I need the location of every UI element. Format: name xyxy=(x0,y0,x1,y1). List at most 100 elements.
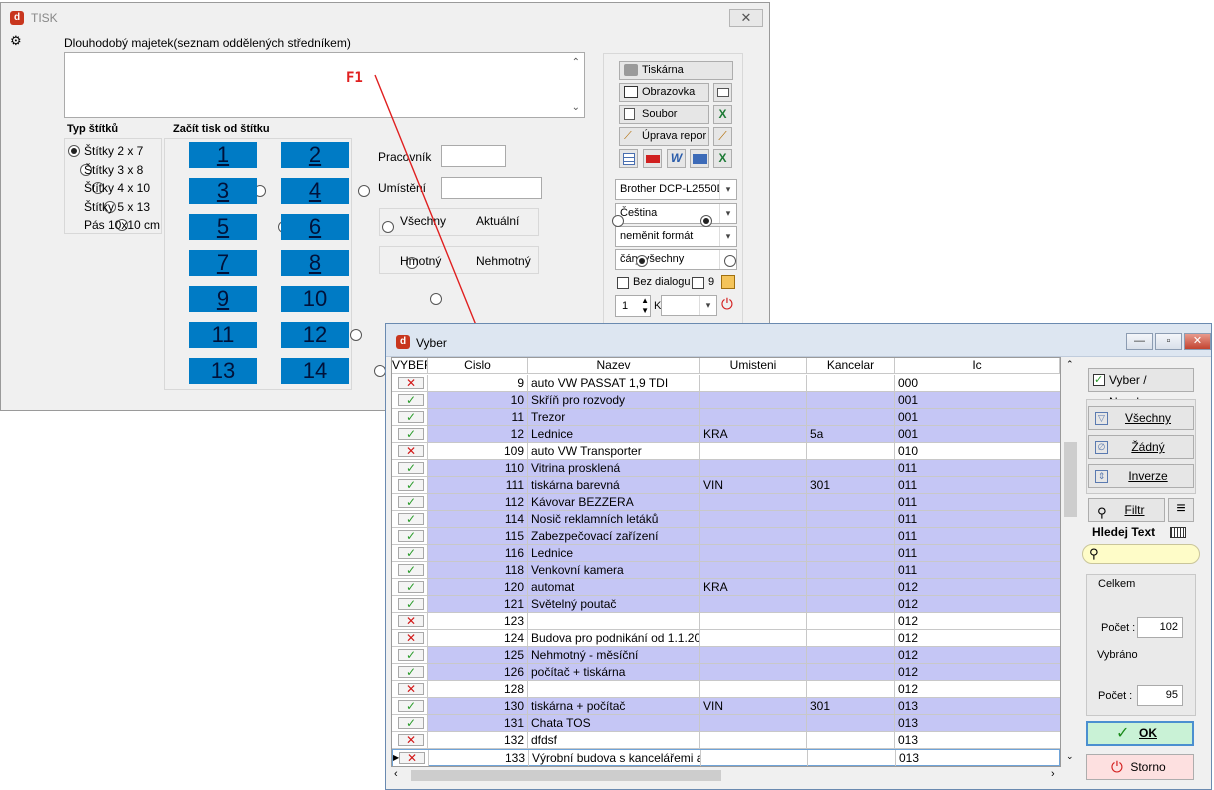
spin-up-icon[interactable]: ▲ xyxy=(641,296,649,306)
table-row[interactable]: ✕ 124 Budova pro podnikání od 1.1.20 012 xyxy=(392,630,1060,647)
edit-report-button[interactable]: ⟋ Úprava repor xyxy=(619,127,709,146)
copies-spinner[interactable]: 1 ▲ ▼ xyxy=(615,295,651,317)
unchecked-icon[interactable]: ✕ xyxy=(398,734,424,746)
column-header[interactable]: Umisteni xyxy=(700,358,807,374)
select-cell[interactable]: ✓ xyxy=(392,698,428,714)
keyboard-icon[interactable] xyxy=(1170,527,1186,538)
nine-checkbox[interactable] xyxy=(692,277,704,289)
select-cell[interactable]: ✕ xyxy=(392,375,428,391)
scroll-thumb[interactable] xyxy=(411,770,721,781)
checked-icon[interactable]: ✓ xyxy=(398,496,424,508)
select-cell[interactable]: ✕ xyxy=(392,681,428,697)
checked-icon[interactable]: ✓ xyxy=(398,428,424,440)
asset-type-radio[interactable] xyxy=(724,255,736,267)
records-grid[interactable]: VYBERCisloNazevUmisteniKancelarIc ✕9auto… xyxy=(391,357,1061,767)
table-row[interactable]: ✓ 112 Kávovar BEZZERA 011 xyxy=(392,494,1060,511)
start-label-box[interactable]: 2 xyxy=(281,142,349,168)
scope-radio[interactable] xyxy=(612,215,624,227)
power-icon[interactable]: ⏻ xyxy=(721,297,733,313)
table-row[interactable]: ✓ 114 Nosič reklamních letáků 011 xyxy=(392,511,1060,528)
chevron-down-icon[interactable]: ▾ xyxy=(719,227,736,246)
file-button[interactable]: Soubor xyxy=(619,105,709,124)
select-cell[interactable]: ✓ xyxy=(392,562,428,578)
start-label-box[interactable]: 14 xyxy=(281,358,349,384)
ok-button[interactable]: ✓ OK xyxy=(1086,721,1194,746)
printer-button[interactable]: Tiskárna xyxy=(619,61,733,80)
start-label-box[interactable]: 10 xyxy=(281,286,349,312)
ruler-icon[interactable]: ⟋ xyxy=(713,127,732,146)
select-cell[interactable]: ✕ xyxy=(392,732,428,748)
select-cell[interactable]: ✓ xyxy=(392,494,428,510)
table-row[interactable]: ✓ 125 Nehmotný - měsíční 012 xyxy=(392,647,1060,664)
select-cell[interactable]: ✓ xyxy=(392,647,428,663)
gear-icon[interactable]: ⚙ xyxy=(10,33,22,49)
pdf-icon[interactable] xyxy=(643,149,662,168)
label-type-radio[interactable] xyxy=(68,145,80,157)
start-label-radio[interactable] xyxy=(350,329,362,341)
select-cell[interactable]: ✕ xyxy=(392,613,428,629)
printer-combo[interactable]: Brother DCP-L2550D ▾ xyxy=(615,179,737,200)
checked-icon[interactable]: ✓ xyxy=(398,530,424,542)
checked-icon[interactable]: ✓ xyxy=(398,513,424,525)
start-label-box[interactable]: 9 xyxy=(189,286,257,312)
maximize-icon[interactable]: ▫ xyxy=(1155,333,1182,350)
unchecked-icon[interactable]: ✕ xyxy=(398,683,424,695)
select-none-button[interactable]: ∅ Žádný xyxy=(1088,435,1194,459)
start-label-radio[interactable] xyxy=(358,185,370,197)
spin-down-icon[interactable]: ▼ xyxy=(641,306,649,316)
column-header[interactable]: Kancelar xyxy=(807,358,895,374)
email-button[interactable] xyxy=(713,83,732,102)
no-dialog-checkbox[interactable] xyxy=(617,277,629,289)
unchecked-icon[interactable]: ✕ xyxy=(398,632,424,644)
start-label-box[interactable]: 8 xyxy=(281,250,349,276)
excel-export-icon[interactable]: X xyxy=(713,149,732,168)
select-cell[interactable]: ✓ xyxy=(392,579,428,595)
chevron-down-icon[interactable]: ▾ xyxy=(699,296,716,315)
invert-button[interactable]: ⇕ Inverze xyxy=(1088,464,1194,488)
word-icon[interactable]: W xyxy=(667,149,686,168)
grid-export-icon[interactable] xyxy=(619,149,638,168)
select-cell[interactable]: ✓ xyxy=(392,715,428,731)
select-cell[interactable]: ✓ xyxy=(392,477,428,493)
start-label-box[interactable]: 1 xyxy=(189,142,257,168)
start-label-box[interactable]: 13 xyxy=(189,358,257,384)
select-cell[interactable]: ✓ xyxy=(392,528,428,544)
start-label-box[interactable]: 6 xyxy=(281,214,349,240)
table-row[interactable]: ✓ 115 Zabezpečovací zařízení 011 xyxy=(392,528,1060,545)
minimize-icon[interactable]: — xyxy=(1126,333,1153,350)
checked-icon[interactable]: ✓ xyxy=(398,581,424,593)
select-cell[interactable]: ✓ xyxy=(392,460,428,476)
language-combo[interactable]: Čeština ▾ xyxy=(615,203,737,224)
scope-radio[interactable] xyxy=(700,215,712,227)
table-row[interactable]: ✓ 120 automat KRA 012 xyxy=(392,579,1060,596)
select-cell[interactable]: ✓ xyxy=(392,545,428,561)
column-header[interactable]: Nazev xyxy=(528,358,700,374)
select-cell[interactable]: ✕ xyxy=(392,630,428,646)
table-row[interactable]: ✓ 111 tiskárna barevná VIN 301 011 xyxy=(392,477,1060,494)
menu-icon[interactable]: ≡ xyxy=(1168,498,1194,522)
scroll-thumb[interactable] xyxy=(1064,442,1077,517)
table-row[interactable]: ✕ 128 012 xyxy=(392,681,1060,698)
table-row[interactable]: ✓ 12 Lednice KRA 5a 001 xyxy=(392,426,1060,443)
checked-icon[interactable]: ✓ xyxy=(398,479,424,491)
scroll-down-icon[interactable]: ⌄ xyxy=(1066,751,1074,762)
checked-icon[interactable]: ✓ xyxy=(398,666,424,678)
unchecked-icon[interactable]: ✕ xyxy=(398,445,424,457)
select-cell[interactable]: ✓ xyxy=(392,409,428,425)
table-row[interactable]: ✓ 131 Chata TOS 013 xyxy=(392,715,1060,732)
toggle-select-button[interactable]: ✓ Vyber / Nevyber xyxy=(1088,368,1194,409)
asset-type-radio[interactable] xyxy=(636,255,648,267)
close-icon[interactable]: ✕ xyxy=(1184,333,1211,350)
unchecked-icon[interactable]: ✕ xyxy=(398,377,424,389)
select-cell[interactable]: ✓ xyxy=(392,664,428,680)
select-cell[interactable]: ✓ xyxy=(392,426,428,442)
select-cell[interactable]: ✓ xyxy=(392,511,428,527)
lines-combo[interactable]: čáry všechny ▾ xyxy=(615,249,737,270)
column-header[interactable]: VYBER xyxy=(392,358,428,374)
excel-icon[interactable]: X xyxy=(713,105,732,124)
start-label-box[interactable]: 5 xyxy=(189,214,257,240)
scroll-right-icon[interactable]: › xyxy=(1051,768,1055,780)
table-row[interactable]: ✕ 109 auto VW Transporter 010 xyxy=(392,443,1060,460)
filter-button[interactable]: ⚲ Filtr xyxy=(1088,498,1165,522)
chevron-down-icon[interactable]: ▾ xyxy=(719,204,736,223)
